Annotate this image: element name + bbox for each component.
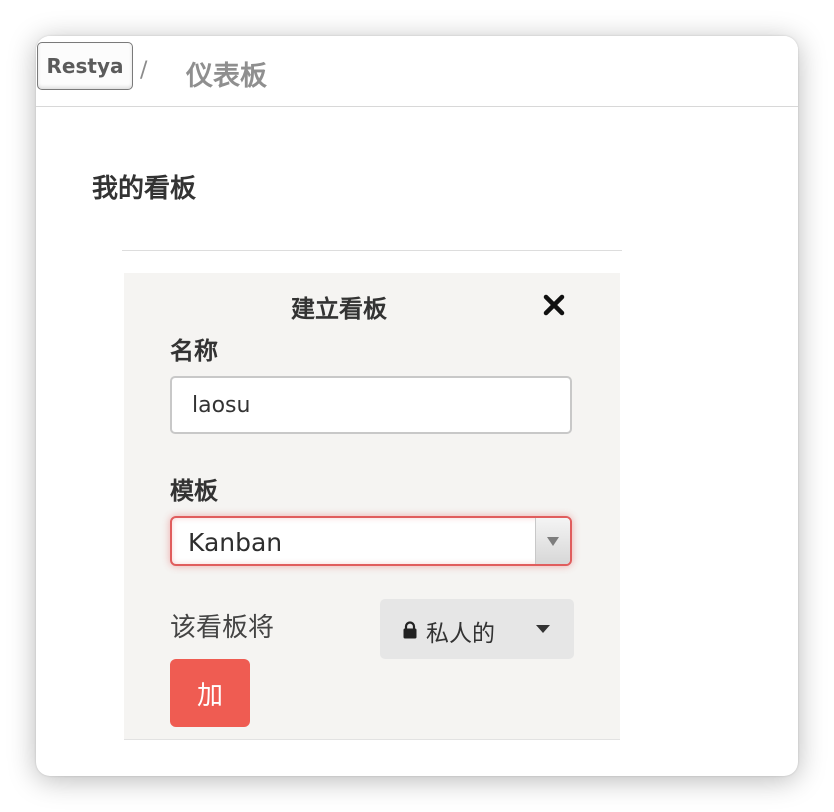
lock-icon <box>403 621 417 639</box>
create-board-title: 建立看板 <box>291 295 387 323</box>
top-bar: Restya / 仪表板 <box>36 36 798 107</box>
restya-logo[interactable]: Restya <box>37 42 133 90</box>
caret-down-icon <box>536 625 550 633</box>
visibility-value: 私人的 <box>426 621 495 647</box>
my-boards-heading: 我的看板 <box>92 174 197 204</box>
app-window: Restya / 仪表板 我的看板 建立看板 名称 模板 Kanban 该看板将 <box>36 36 798 776</box>
visibility-prefix: 该看板将 <box>170 613 275 643</box>
select-arrow-button[interactable] <box>535 518 570 564</box>
close-icon[interactable] <box>540 291 568 319</box>
logo-text: Restya <box>46 54 124 78</box>
template-label: 模板 <box>170 477 218 505</box>
divider <box>122 250 622 251</box>
board-name-input[interactable] <box>170 376 572 434</box>
triangle-down-icon <box>547 537 559 546</box>
page-title: 仪表板 <box>186 61 267 92</box>
template-select[interactable]: Kanban <box>170 516 572 566</box>
breadcrumb-separator: / <box>140 58 148 83</box>
add-board-button[interactable]: 加 <box>170 659 250 727</box>
visibility-dropdown[interactable]: 私人的 <box>380 599 574 659</box>
create-board-panel: 建立看板 名称 模板 Kanban 该看板将 私人的 <box>124 273 620 740</box>
name-label: 名称 <box>170 337 218 365</box>
template-selected-value: Kanban <box>188 528 283 557</box>
